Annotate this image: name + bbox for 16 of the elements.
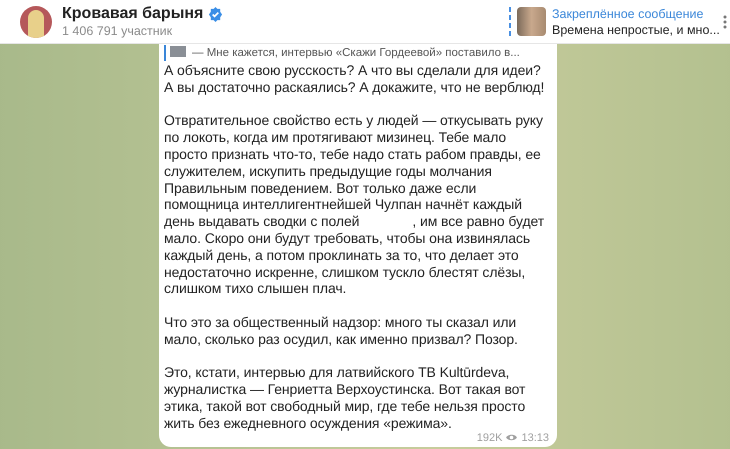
reply-thumbnail: [170, 46, 186, 56]
view-count: 192K: [476, 432, 502, 444]
message-paragraph: Что это за общественный надзор: много ты сказал или мало, сколько раз осудил, как именно призвал? Позор.: [164, 314, 519, 348]
eye-icon: [505, 433, 518, 442]
pinned-message[interactable]: Закреплённое сообщение Времена непростые, и мно...: [509, 6, 728, 38]
pinned-title: Закреплённое сообщение: [552, 6, 704, 22]
member-count: 1 406 791 участник: [62, 24, 174, 38]
photo-placeholder: [517, 7, 546, 36]
menu-icon[interactable]: [722, 14, 728, 30]
message-paragraph: А объясните свою русскость? А что вы сделали для идеи? А вы достаточно раскаялись? А докажите, что не верблюд!: [164, 62, 546, 96]
message-paragraph: Это, кстати, интервью для латвийского ТВ Kultūrdeva, журналистка — Генриетта Верхоустинска. Вот такая вот этика, такой вот свободный мир, где тебе нельзя просто жить без ежедневного осуждения «режима».: [164, 364, 526, 432]
reply-quote[interactable]: — Мне кажется, интервью «Скажи Гордеевой» поставило в...: [192, 47, 520, 59]
pinned-text: Времена непростые, и мно...: [552, 22, 718, 38]
message-time: 13:13: [521, 432, 549, 444]
channel-name: Кровавая барыня: [62, 5, 204, 23]
message-paragraph: Отвратительное свойство есть у людей — откусывать руку по локоть, когда им протягивают мизинец. Тебе мало просто признать что-то, тебе надо стать рабом правды, ее служителем, искупить предыдущие годы молчания Правильным поведением. Вот только даже если помощница интеллигентнейшей Чулпан начнёт каждый день выдавать сводки с полей , им все равно будет мало. Скоро они будут требовать, чтобы она извинялась каждый день, а потом проклинать за то, что делает это недостаточно искренне, слишком тускло блестят слёзы, слишком тихо слышен плач.: [164, 112, 546, 298]
